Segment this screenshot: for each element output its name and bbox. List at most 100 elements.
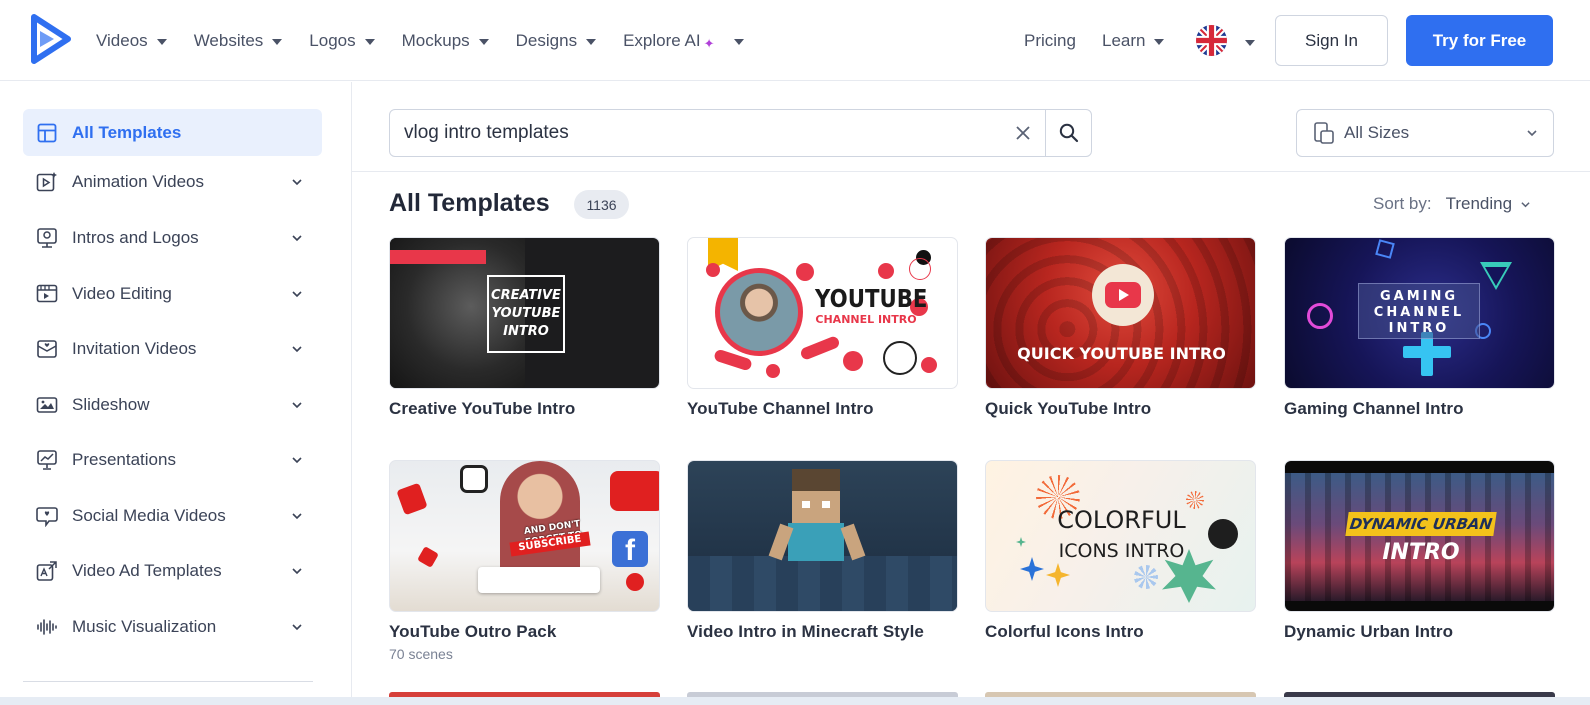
chevron-down-icon[interactable] <box>292 566 302 576</box>
sort-label: Sort by: <box>1373 194 1432 213</box>
sidebar-item-label: All Templates <box>72 122 182 142</box>
sidebar-item-intros-and-logos[interactable]: Intros and Logos <box>23 214 322 261</box>
chevron-down-icon <box>1527 130 1537 137</box>
sort-dropdown[interactable]: Sort by: Trending <box>1373 194 1530 214</box>
sidebar-item-label: Video Editing <box>72 283 172 303</box>
try-for-free-button[interactable]: Try for Free <box>1406 15 1553 66</box>
sidebar-item-social-media-videos[interactable]: Social Media Videos <box>23 492 322 539</box>
sparkle-icon: ✦ <box>703 35 715 51</box>
template-title[interactable]: Creative YouTube Intro <box>389 399 660 419</box>
template-card[interactable]: GAMING CHANNEL INTRO Gaming Channel Intr… <box>1284 237 1555 419</box>
nav-designs[interactable]: Designs <box>515 30 597 51</box>
template-title[interactable]: Gaming Channel Intro <box>1284 399 1555 419</box>
search-input[interactable]: vlog intro templates <box>390 122 1001 144</box>
caret-down-icon <box>364 38 375 45</box>
template-title[interactable]: Colorful Icons Intro <box>985 622 1256 642</box>
language-caret-icon[interactable] <box>1245 40 1255 46</box>
template-thumbnail[interactable]: DYNAMIC URBAN INTRO <box>1284 460 1555 612</box>
sidebar-item-invitation-videos[interactable]: Invitation Videos <box>23 325 322 372</box>
template-card[interactable]: QUICK YOUTUBE INTRO Quick YouTube Intro <box>985 237 1256 419</box>
sidebar-item-label: Video Ad Templates <box>72 560 222 580</box>
toolbar-divider <box>352 171 1590 172</box>
chevron-down-icon[interactable] <box>292 344 302 354</box>
thumb-line: COLORFUL <box>1057 506 1186 534</box>
facebook-icon: f <box>612 531 648 567</box>
nav-videos[interactable]: Videos <box>96 31 167 51</box>
caret-down-icon <box>1154 39 1165 45</box>
nav-mockups[interactable]: Mockups <box>402 31 489 51</box>
sidebar-item-presentations[interactable]: Presentations <box>23 436 322 483</box>
template-title[interactable]: Video Intro in Minecraft Style <box>687 622 958 642</box>
template-thumbnail[interactable] <box>687 460 958 612</box>
all-sizes-dropdown[interactable]: All Sizes <box>1296 109 1554 157</box>
caret-down-icon <box>478 38 489 45</box>
chevron-down-icon[interactable] <box>292 511 302 521</box>
sign-in-button[interactable]: Sign In <box>1275 15 1388 66</box>
nav-websites[interactable]: Websites <box>194 31 283 51</box>
template-thumbnail[interactable]: COLORFUL ICONS INTRO <box>985 460 1256 612</box>
invitation-icon <box>36 338 58 360</box>
search-bar: vlog intro templates <box>389 109 1092 157</box>
sidebar-item-label: Intros and Logos <box>72 227 199 247</box>
template-thumbnail[interactable]: YOUTUBE CHANNEL INTRO <box>687 237 958 389</box>
thumb-line: INTRO <box>503 324 549 339</box>
template-title[interactable]: YouTube Outro Pack <box>389 622 660 642</box>
sidebar-item-all-templates[interactable]: All Templates <box>23 109 322 156</box>
nav-videos-label: Videos <box>96 30 148 50</box>
template-thumbnail[interactable]: CREATIVE YOUTUBE INTRO <box>389 237 660 389</box>
nav-logos[interactable]: Logos <box>309 30 375 51</box>
sidebar-item-video-editing[interactable]: Video Editing <box>23 270 322 317</box>
template-thumbnail[interactable]: f AND DON'T FORGET TO SUBSCRIBE <box>389 460 660 612</box>
nav-logos-label: Logos <box>309 30 356 50</box>
sidebar-item-animation-videos[interactable]: Animation Videos <box>23 158 322 205</box>
film-edit-icon <box>36 283 58 305</box>
sidebar-item-video-ad-templates[interactable]: Video Ad Templates <box>23 547 322 594</box>
template-title[interactable]: YouTube Channel Intro <box>687 399 958 419</box>
brand-logo-icon[interactable] <box>30 14 72 64</box>
template-card[interactable]: COLORFUL ICONS INTRO Colorful Icons Intr… <box>985 460 1256 642</box>
ad-icon <box>36 560 58 582</box>
sidebar-item-label: Animation Videos <box>72 171 204 191</box>
template-thumbnail[interactable]: GAMING CHANNEL INTRO <box>1284 237 1555 389</box>
chevron-down-icon[interactable] <box>292 455 302 465</box>
nav-explore-ai[interactable]: Explore AI ✦ <box>623 30 745 52</box>
sidebar-item-label: Slideshow <box>72 394 150 414</box>
nav-designs-label: Designs <box>515 30 578 50</box>
search-button[interactable] <box>1045 110 1091 156</box>
template-card[interactable]: f AND DON'T FORGET TO SUBSCRIBE YouTube … <box>389 460 660 662</box>
nav-learn[interactable]: Learn <box>1102 31 1165 51</box>
top-header: Videos Websites Logos Mockups Designs Ex… <box>0 0 1590 81</box>
template-card[interactable]: Video Intro in Minecraft Style <box>687 460 958 642</box>
sort-value: Trending <box>1445 194 1513 213</box>
uk-flag-icon[interactable] <box>1196 25 1227 56</box>
nav-learn-label: Learn <box>1102 31 1146 50</box>
clear-search-button[interactable] <box>1001 110 1045 156</box>
chevron-down-icon[interactable] <box>292 177 302 187</box>
chevron-down-icon[interactable] <box>292 233 302 243</box>
chevron-down-icon[interactable] <box>292 622 302 632</box>
thumb-line: GAMING <box>1379 289 1459 304</box>
sidebar-item-label: Social Media Videos <box>72 505 226 525</box>
template-card[interactable]: DYNAMIC URBAN INTRO Dynamic Urban Intro <box>1284 460 1555 642</box>
caret-down-icon <box>272 38 283 45</box>
chevron-down-icon <box>1521 201 1530 207</box>
thumb-line: CHANNEL INTRO <box>815 313 917 326</box>
template-thumbnail[interactable]: QUICK YOUTUBE INTRO <box>985 237 1256 389</box>
results-count-badge: 1136 <box>574 190 629 219</box>
sidebar-divider <box>23 681 313 682</box>
template-card[interactable]: CREATIVE YOUTUBE INTRO Creative YouTube … <box>389 237 660 419</box>
template-title[interactable]: Dynamic Urban Intro <box>1284 622 1555 642</box>
template-title[interactable]: Quick YouTube Intro <box>985 399 1256 419</box>
nav-pricing[interactable]: Pricing <box>1024 31 1076 51</box>
thumb-line: YOUTUBE <box>815 284 928 313</box>
search-icon <box>1059 123 1078 143</box>
template-card[interactable]: YOUTUBE CHANNEL INTRO YouTube Channel In… <box>687 237 958 419</box>
intro-monitor-icon <box>36 227 58 249</box>
chevron-down-icon[interactable] <box>292 400 302 410</box>
sidebar-item-music-visualization[interactable]: Music Visualization <box>23 603 322 650</box>
chevron-down-icon[interactable] <box>292 289 302 299</box>
slideshow-icon <box>36 394 58 416</box>
waveform-icon <box>36 616 58 638</box>
sidebar-item-slideshow[interactable]: Slideshow <box>23 381 322 428</box>
thumb-line: INTRO <box>1388 321 1450 336</box>
